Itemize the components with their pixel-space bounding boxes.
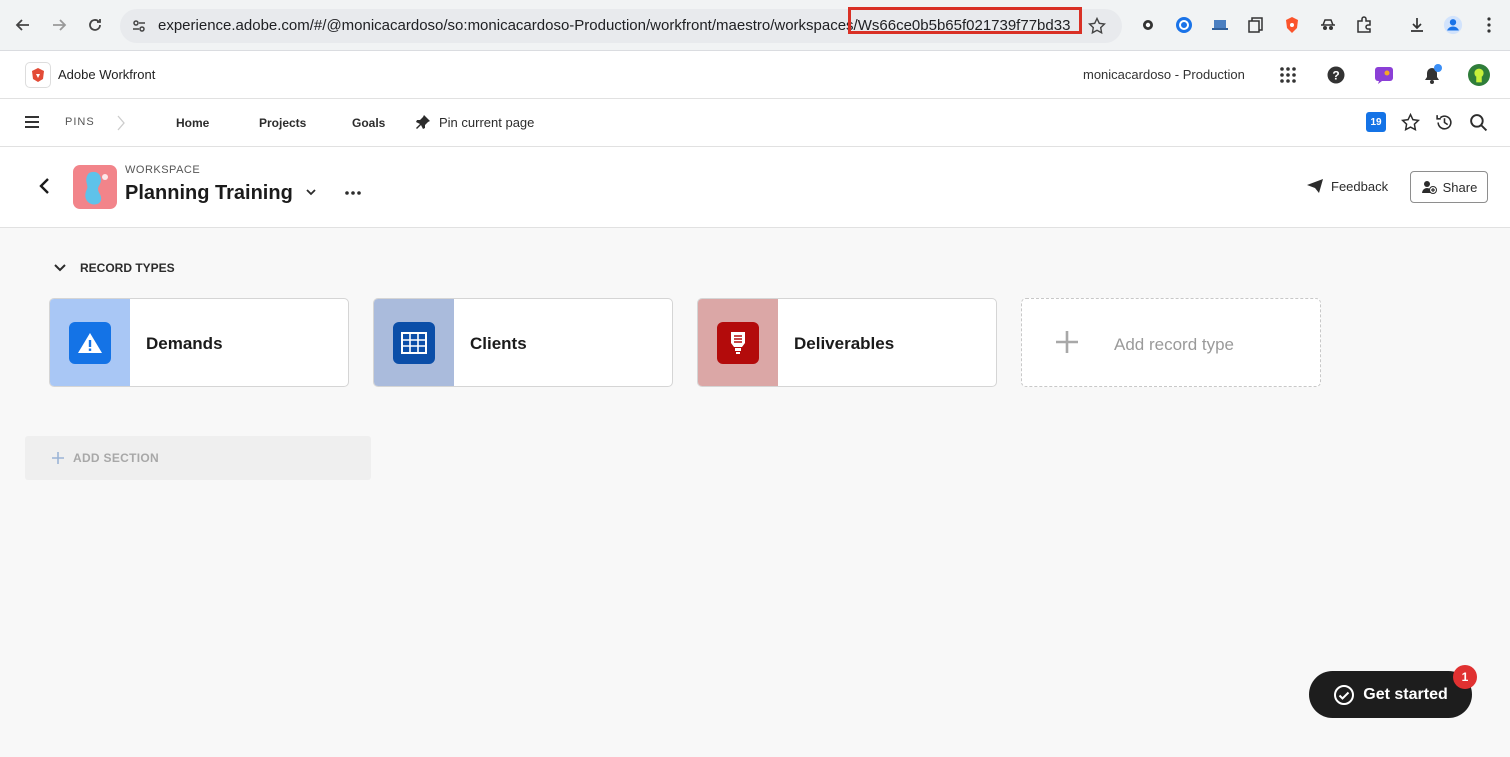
record-type-name: Clients [470, 334, 527, 353]
search-icon[interactable] [1469, 113, 1488, 137]
bookmark-star-icon[interactable] [1087, 16, 1107, 40]
forward-arrow-icon[interactable] [47, 13, 71, 37]
chevron-right-icon [116, 114, 126, 137]
section-title: RECORD TYPES [80, 261, 175, 275]
record-type-card-deliverables[interactable]: Deliverables [697, 298, 997, 387]
share-button[interactable]: Share [1410, 171, 1488, 203]
download-icon[interactable] [1407, 15, 1427, 35]
chevron-down-icon[interactable] [304, 185, 318, 204]
extension-blue-circle-icon[interactable] [1174, 15, 1194, 35]
pushpin-icon[interactable] [414, 113, 432, 136]
app-title[interactable]: Adobe Workfront [58, 67, 155, 82]
table-grid-icon [393, 322, 435, 364]
get-started-label: Get started [1363, 685, 1448, 703]
brave-lion-icon[interactable] [1282, 15, 1302, 35]
more-options-icon[interactable] [343, 183, 363, 208]
whats-new-icon[interactable] [1373, 64, 1395, 86]
recent-history-icon[interactable] [1435, 113, 1454, 137]
warning-icon [69, 322, 111, 364]
workspace-kicker: WORKSPACE [125, 164, 201, 176]
browser-menu-icon[interactable] [1479, 15, 1499, 35]
add-user-icon [1421, 181, 1437, 194]
adobe-logo-icon[interactable] [25, 62, 51, 88]
workspace-avatar-icon [73, 165, 117, 209]
pins-label: PINS [65, 116, 95, 128]
checkmark-circle-icon [1334, 684, 1355, 705]
pins-bar: PINS Home Projects Goals Pin current pag… [0, 99, 1510, 147]
apps-grid-icon[interactable] [1277, 64, 1299, 86]
get-started-count-badge: 1 [1453, 665, 1477, 689]
app-header: Adobe Workfront monicacardoso - Producti… [0, 51, 1510, 99]
get-started-button[interactable]: Get started [1309, 671, 1472, 718]
extensions-puzzle-icon[interactable] [1354, 15, 1374, 35]
favorites-star-icon[interactable] [1400, 112, 1421, 137]
add-section-button[interactable]: ADD SECTION [25, 436, 371, 480]
add-section-label: ADD SECTION [73, 451, 159, 465]
send-icon [1307, 179, 1323, 193]
workspace-header: WORKSPACE Planning Training Feedback Sha… [0, 147, 1510, 228]
user-avatar-icon[interactable] [1468, 64, 1490, 86]
profile-avatar-icon[interactable] [1443, 15, 1463, 35]
plus-icon [1054, 329, 1080, 360]
feedback-button[interactable]: Feedback [1306, 178, 1388, 194]
back-arrow-icon[interactable] [11, 13, 35, 37]
extension-gear-icon[interactable] [1138, 15, 1158, 35]
site-settings-icon[interactable] [131, 18, 147, 39]
pin-link-goals[interactable]: Goals [352, 116, 385, 130]
help-icon[interactable]: ? [1325, 64, 1347, 86]
lightbulb-icon [717, 322, 759, 364]
record-types-section-toggle[interactable]: RECORD TYPES [52, 260, 175, 276]
extension-laptop-icon[interactable] [1210, 15, 1230, 35]
org-switcher[interactable]: monicacardoso - Production [1083, 67, 1245, 82]
record-type-card-demands[interactable]: Demands [49, 298, 349, 387]
feedback-label: Feedback [1331, 178, 1389, 194]
extension-incognito-icon[interactable] [1318, 15, 1338, 35]
svg-text:?: ? [1332, 69, 1339, 83]
extension-copy-icon[interactable] [1246, 15, 1266, 35]
address-bar[interactable]: experience.adobe.com/#/@monicacardoso/so… [120, 7, 1122, 43]
workspace-title[interactable]: Planning Training [125, 182, 293, 205]
browser-toolbar: experience.adobe.com/#/@monicacardoso/so… [0, 0, 1510, 51]
record-type-card-clients[interactable]: Clients [373, 298, 673, 387]
share-label: Share [1442, 179, 1478, 195]
record-type-name: Deliverables [794, 334, 895, 353]
plus-icon [52, 452, 64, 464]
add-record-type-label: Add record type [1114, 335, 1235, 354]
hamburger-menu-icon[interactable] [24, 115, 40, 134]
calendar-badge[interactable]: 19 [1366, 112, 1386, 132]
reload-icon[interactable] [83, 13, 107, 37]
add-record-type-card[interactable]: Add record type [1021, 298, 1321, 387]
pin-current-page-button[interactable]: Pin current page [439, 115, 534, 130]
pin-link-projects[interactable]: Projects [259, 116, 306, 130]
pin-link-home[interactable]: Home [176, 116, 209, 130]
chevron-down-icon [54, 264, 66, 272]
back-chevron-icon[interactable] [36, 177, 54, 200]
record-type-name: Demands [146, 334, 223, 353]
url-highlight-box [848, 7, 1082, 34]
notifications-bell-icon[interactable] [1421, 64, 1443, 86]
